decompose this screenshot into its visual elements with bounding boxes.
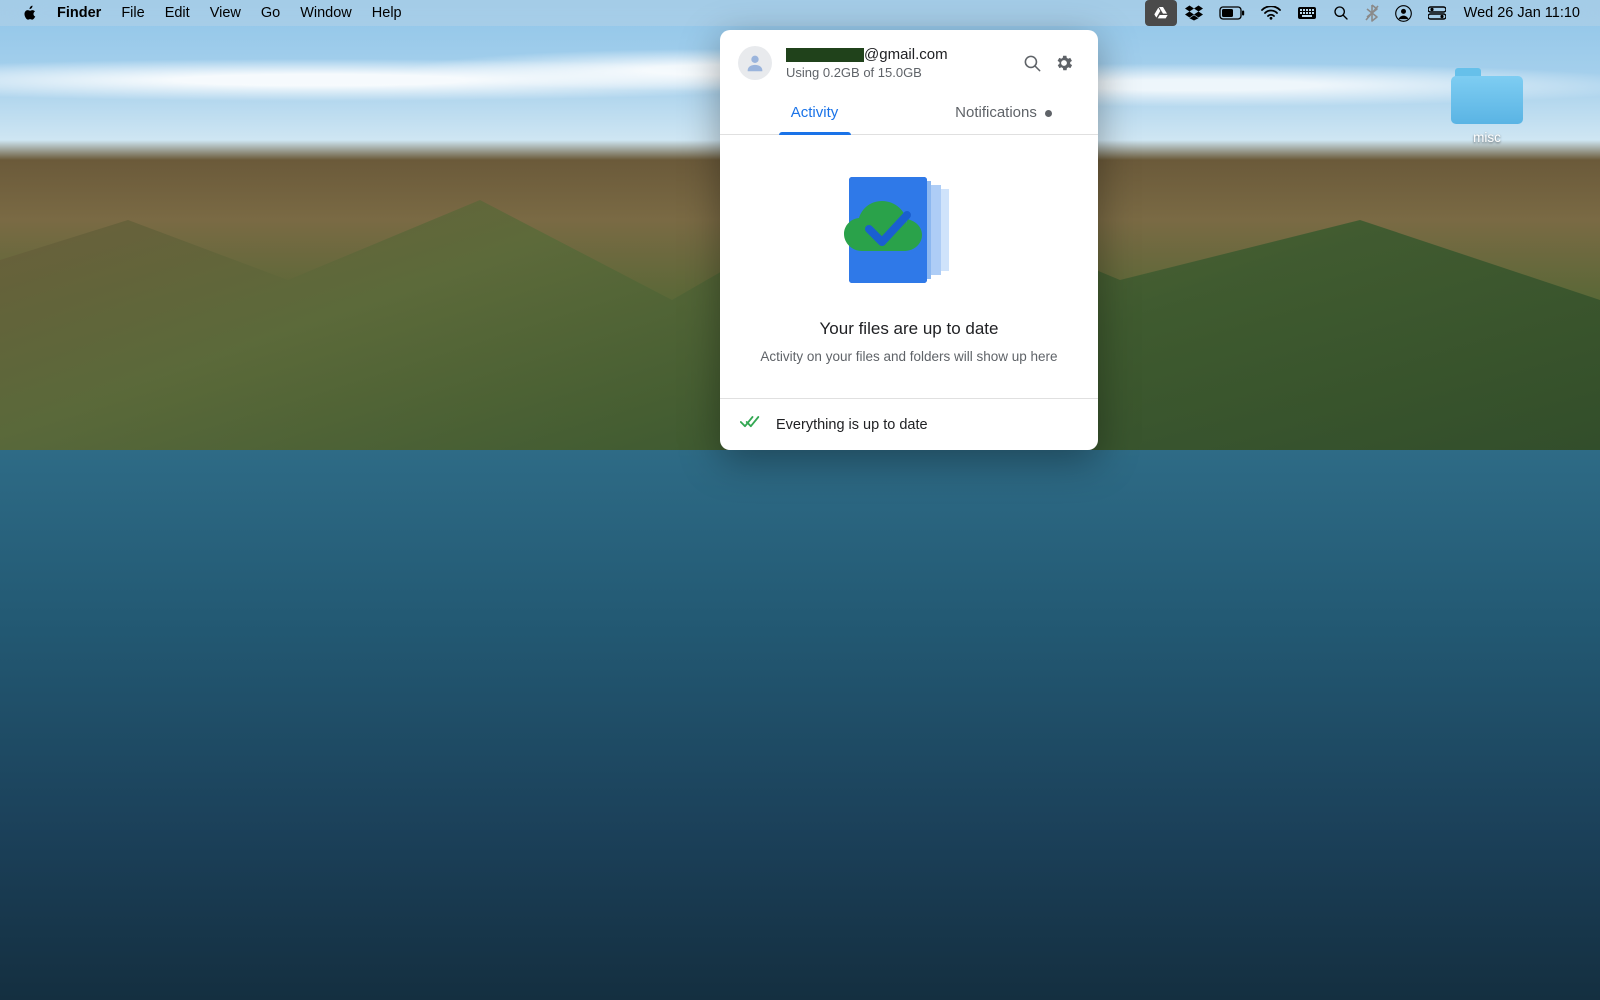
dropbox-icon bbox=[1185, 5, 1203, 21]
avatar-placeholder-icon bbox=[744, 52, 766, 74]
app-name-menu[interactable]: Finder bbox=[47, 0, 111, 26]
popover-footer: Everything is up to date bbox=[720, 398, 1098, 450]
status-dropbox[interactable] bbox=[1177, 0, 1211, 26]
user-icon bbox=[1395, 5, 1412, 22]
desktop-folder-misc[interactable]: misc bbox=[1444, 68, 1530, 145]
gear-icon bbox=[1054, 53, 1074, 73]
popover-body: Your files are up to date Activity on yo… bbox=[720, 135, 1098, 398]
status-bluetooth-off[interactable] bbox=[1357, 0, 1387, 26]
sync-status-text: Everything is up to date bbox=[776, 417, 928, 433]
menu-edit[interactable]: Edit bbox=[155, 0, 200, 26]
menu-window[interactable]: Window bbox=[290, 0, 362, 26]
drive-search-button[interactable] bbox=[1016, 47, 1048, 79]
google-drive-popover: @gmail.com Using 0.2GB of 15.0GB Activit… bbox=[720, 30, 1098, 450]
tab-notifications-label: Notifications bbox=[955, 104, 1037, 121]
storage-usage: Using 0.2GB of 15.0GB bbox=[786, 65, 1016, 80]
search-icon bbox=[1333, 5, 1349, 21]
status-battery[interactable] bbox=[1211, 0, 1253, 26]
status-control-center[interactable] bbox=[1420, 0, 1454, 26]
email-redacted-part bbox=[786, 48, 864, 62]
tab-notifications[interactable]: Notifications bbox=[909, 92, 1098, 134]
menu-view[interactable]: View bbox=[200, 0, 251, 26]
menu-bar: Finder File Edit View Go Window Help bbox=[0, 0, 1600, 26]
status-google-drive[interactable] bbox=[1145, 0, 1177, 26]
menu-help[interactable]: Help bbox=[362, 0, 412, 26]
keyboard-input-icon bbox=[1297, 6, 1317, 20]
notifications-unread-dot bbox=[1045, 110, 1052, 117]
status-spotlight[interactable] bbox=[1325, 0, 1357, 26]
control-center-icon bbox=[1428, 6, 1446, 20]
menu-file[interactable]: File bbox=[111, 0, 154, 26]
bluetooth-off-icon bbox=[1365, 4, 1379, 22]
drive-settings-button[interactable] bbox=[1048, 47, 1080, 79]
account-email: @gmail.com bbox=[786, 46, 1016, 63]
tab-activity[interactable]: Activity bbox=[720, 92, 909, 134]
menu-clock[interactable]: Wed 26 Jan 11:10 bbox=[1454, 0, 1588, 26]
account-avatar[interactable] bbox=[738, 46, 772, 80]
desktop-folder-label: misc bbox=[1444, 130, 1530, 145]
popover-tabs: Activity Notifications bbox=[720, 92, 1098, 135]
google-drive-icon bbox=[1153, 5, 1169, 21]
status-keyboard[interactable] bbox=[1289, 0, 1325, 26]
search-icon bbox=[1023, 54, 1042, 73]
email-suffix: @gmail.com bbox=[864, 46, 948, 63]
status-wifi[interactable] bbox=[1253, 0, 1289, 26]
wallpaper-sea bbox=[0, 450, 1600, 1000]
uptodate-title: Your files are up to date bbox=[744, 319, 1074, 339]
apple-logo-icon bbox=[22, 5, 37, 21]
wifi-icon bbox=[1261, 6, 1281, 20]
uptodate-illustration bbox=[819, 165, 999, 295]
folder-icon bbox=[1451, 68, 1523, 124]
popover-header: @gmail.com Using 0.2GB of 15.0GB bbox=[720, 30, 1098, 92]
battery-icon bbox=[1219, 6, 1245, 20]
menu-go[interactable]: Go bbox=[251, 0, 290, 26]
folder-stack-icon bbox=[844, 177, 949, 283]
sync-complete-icon bbox=[740, 415, 760, 434]
uptodate-subtitle: Activity on your files and folders will … bbox=[744, 349, 1074, 364]
status-user[interactable] bbox=[1387, 0, 1420, 26]
apple-menu[interactable] bbox=[12, 0, 47, 26]
